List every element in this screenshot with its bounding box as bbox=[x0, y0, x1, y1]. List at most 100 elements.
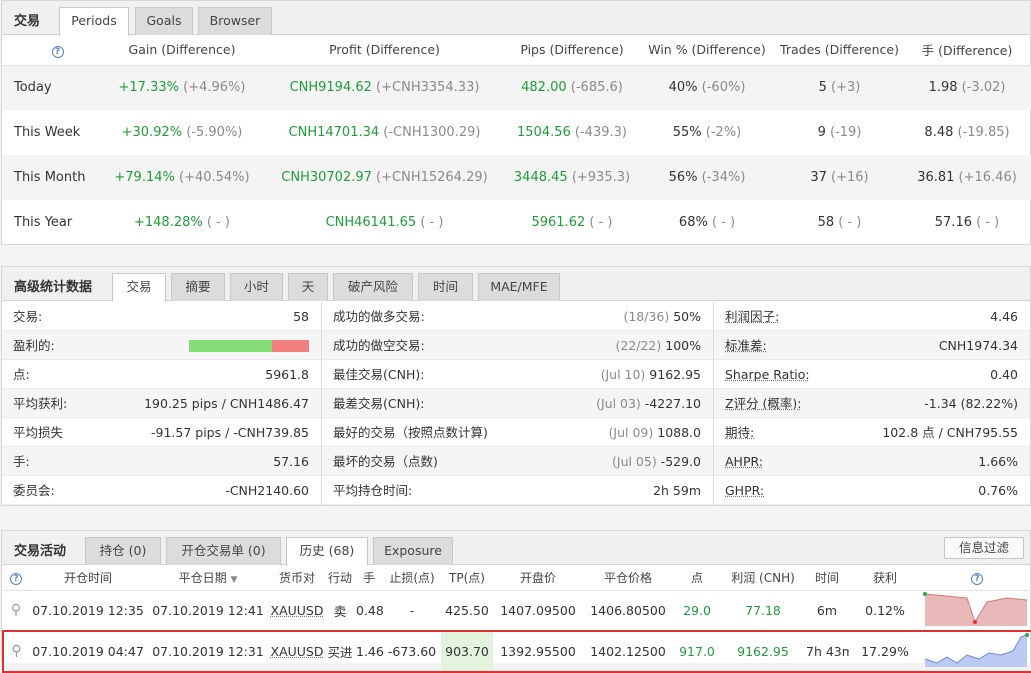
stat-row: 平均持仓时间: 2h 59m bbox=[322, 476, 713, 505]
question-circle-icon[interactable]: ? bbox=[971, 572, 983, 585]
table-row-selected[interactable]: ⚲ 07.10.2019 04:47 07.10.2019 12:31 XAUU… bbox=[2, 629, 1031, 673]
trade-sparkline-blue bbox=[924, 632, 1029, 667]
tab-exposure[interactable]: Exposure bbox=[373, 537, 453, 565]
stat-row: 标准差: CNH1974.34 bbox=[714, 331, 1030, 360]
pips-diff: (-439.3) bbox=[574, 125, 627, 140]
tab-history[interactable]: 历史 (68) bbox=[286, 537, 368, 566]
tab-browser[interactable]: Browser bbox=[198, 7, 272, 35]
stat-detail: (Jul 03) bbox=[596, 396, 641, 411]
lots-cell: 36.81 (+16.46) bbox=[902, 155, 1031, 200]
tab-periods[interactable]: Periods bbox=[59, 7, 129, 36]
tab-risk-of-ruin[interactable]: 破产风险 bbox=[333, 273, 413, 301]
profit-diff: ( - ) bbox=[420, 215, 444, 230]
stat-value: 2h 59m bbox=[653, 483, 701, 498]
col-open-price[interactable]: 开盘价 bbox=[493, 565, 583, 591]
gain-value: +30.92% bbox=[121, 125, 183, 140]
stat-detail: (Jul 05) bbox=[612, 454, 657, 469]
activity-tabbar: 交易活动 持仓 (0) 开仓交易单 (0) 历史 (68) Exposure 信… bbox=[2, 531, 1030, 566]
col-profit[interactable]: 利润 (CNH) bbox=[721, 565, 805, 591]
win-diff: (-34%) bbox=[701, 170, 746, 185]
profit-cell: CNH30702.97 (+CNH15264.29) bbox=[262, 155, 507, 200]
stat-value: 4.46 bbox=[990, 309, 1018, 324]
win-bar-fill bbox=[189, 340, 272, 352]
win-diff: (-2%) bbox=[705, 125, 742, 140]
stat-value: 100% bbox=[665, 338, 701, 353]
profit-value: CNH9194.62 bbox=[289, 80, 372, 96]
stat-detail: (18/36) bbox=[623, 309, 670, 324]
stat-row: Sharpe Ratio: 0.40 bbox=[714, 360, 1030, 389]
lots-value: 8.48 bbox=[924, 125, 954, 140]
stat-value-wrap: (18/36) 50% bbox=[623, 302, 701, 331]
stat-label[interactable]: 期待: bbox=[725, 418, 754, 447]
stat-label: 交易: bbox=[13, 309, 43, 324]
question-circle-icon[interactable]: ? bbox=[10, 572, 22, 585]
tab-open-positions[interactable]: 持仓 (0) bbox=[85, 537, 161, 565]
filter-button[interactable]: 信息过滤 bbox=[943, 537, 1024, 559]
col-gain[interactable]: 获利 bbox=[849, 565, 921, 591]
col-close-price[interactable]: 平仓价格 bbox=[583, 565, 673, 591]
tab-mae-mfe[interactable]: MAE/MFE bbox=[478, 273, 560, 301]
win-value: 68% bbox=[678, 215, 708, 230]
stat-value: 1088.0 bbox=[657, 425, 701, 440]
symbol-link[interactable]: XAUUSD bbox=[271, 603, 324, 618]
tab-goals[interactable]: Goals bbox=[135, 7, 193, 35]
trades-cell: 58 ( - ) bbox=[777, 200, 902, 245]
question-circle-icon[interactable]: ? bbox=[51, 45, 64, 58]
tab-duration[interactable]: 时间 bbox=[418, 273, 473, 301]
stat-label[interactable]: Sharpe Ratio: bbox=[725, 360, 810, 389]
tab-open-orders[interactable]: 开仓交易单 (0) bbox=[166, 537, 281, 565]
stat-label: 委员会: bbox=[13, 483, 55, 498]
stat-label[interactable]: Z评分 (概率): bbox=[725, 389, 802, 418]
col-action[interactable]: 行动 bbox=[325, 565, 355, 591]
gain-cell: +79.14% (+40.54%) bbox=[102, 155, 262, 200]
profit: 77.18 bbox=[745, 602, 781, 618]
win-value: 56% bbox=[668, 170, 698, 185]
win-value: 55% bbox=[672, 125, 702, 140]
close-price: 1406.80500 bbox=[590, 602, 666, 618]
tab-days[interactable]: 天 bbox=[288, 273, 328, 301]
col-win: Win % (Difference) bbox=[637, 35, 777, 66]
stat-row: 最坏的交易（点数) (Jul 05) -529.0 bbox=[322, 447, 713, 476]
col-sl[interactable]: 止损(点) bbox=[383, 565, 441, 591]
profit-cell: CNH14701.34 (-CNH1300.29) bbox=[262, 110, 507, 155]
stat-value-wrap: (Jul 05) -529.0 bbox=[612, 447, 701, 476]
stat-label[interactable]: GHPR: bbox=[725, 476, 764, 505]
col-pips[interactable]: 点 bbox=[673, 565, 721, 591]
table-row[interactable]: ⚲ 07.10.2019 12:35 07.10.2019 12:41 XAUU… bbox=[3, 590, 1031, 631]
win-loss-bar bbox=[189, 340, 309, 352]
col-trades: Trades (Difference) bbox=[777, 35, 902, 66]
stat-row: 平均损失 -91.57 pips / -CNH739.85 bbox=[2, 418, 321, 447]
stat-label[interactable]: 标准差: bbox=[725, 331, 767, 360]
stat-label[interactable]: AHPR: bbox=[725, 447, 763, 476]
tab-hours[interactable]: 小时 bbox=[230, 273, 283, 301]
paperclip-icon[interactable]: ⚲ bbox=[11, 602, 21, 618]
col-lots[interactable]: 手 bbox=[355, 565, 383, 591]
help-icon-cell[interactable]: ? bbox=[2, 35, 102, 66]
paperclip-icon[interactable]: ⚲ bbox=[11, 643, 21, 659]
col-close-date[interactable]: 平仓日期 ▼ bbox=[147, 565, 269, 591]
stat-label: 最佳交易(CNH): bbox=[333, 367, 425, 382]
lots-diff: (-19.85) bbox=[957, 125, 1010, 140]
duration: 7h 43m bbox=[805, 629, 849, 673]
close-date: 07.10.2019 12:41 bbox=[152, 602, 264, 618]
take-profit: 903.70 bbox=[441, 629, 493, 673]
gain: 0.12% bbox=[865, 602, 905, 618]
col-tp[interactable]: TP(点) bbox=[441, 565, 493, 591]
symbol-link[interactable]: XAUUSD bbox=[271, 644, 324, 659]
stat-value: -91.57 pips / -CNH739.85 bbox=[150, 425, 309, 440]
take-profit: 425.50 bbox=[445, 602, 489, 618]
col-close-date-label: 平仓日期 bbox=[178, 570, 227, 585]
col-open-time[interactable]: 开仓时间 bbox=[29, 565, 147, 591]
action: 卖 bbox=[333, 603, 347, 619]
history-table: ? 开仓时间 平仓日期 ▼ 货币对 行动 手 止损(点) TP(点) 开盘价 平… bbox=[2, 565, 1031, 673]
stat-label[interactable]: 利润因子: bbox=[725, 302, 779, 331]
col-symbol[interactable]: 货币对 bbox=[269, 565, 325, 591]
col-duration[interactable]: 时间 bbox=[805, 565, 849, 591]
stop-loss: - bbox=[409, 602, 415, 618]
gain-diff: ( - ) bbox=[206, 215, 230, 230]
trades-diff: (-19) bbox=[830, 125, 862, 140]
tab-summary[interactable]: 摘要 bbox=[171, 273, 225, 301]
tab-trades[interactable]: 交易 bbox=[112, 273, 166, 302]
table-row: Today +17.33% (+4.96%) CNH9194.62 (+CNH3… bbox=[2, 65, 1031, 110]
stat-value: 102.8 点 / CNH795.55 bbox=[882, 425, 1018, 440]
